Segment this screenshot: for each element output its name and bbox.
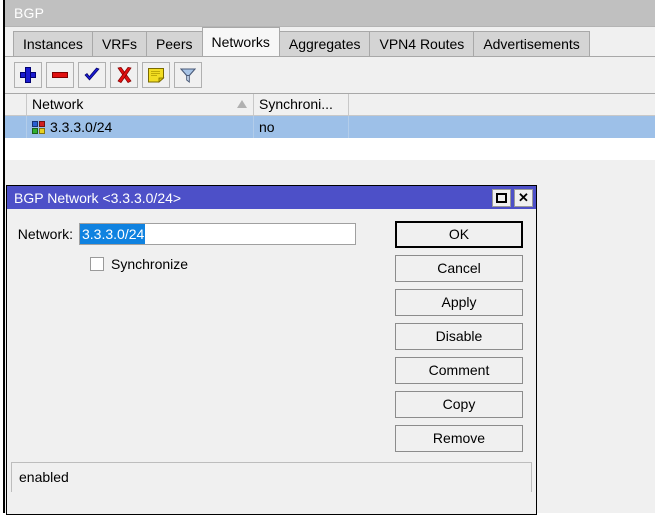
row-cell-spacer <box>349 116 655 138</box>
disable-button[interactable] <box>110 62 138 88</box>
table-column-header-synchronize[interactable]: Synchroni... <box>254 94 349 115</box>
table-row[interactable]: 3.3.3.0/24 no <box>5 116 655 138</box>
table-header-row: Network Synchroni... <box>5 94 655 116</box>
tab-aggregates[interactable]: Aggregates <box>279 31 371 56</box>
dialog-title: BGP Network <3.3.3.0/24> <box>14 190 489 206</box>
dialog-body: Network: 3.3.3.0/24 Synchronize OK Cance… <box>7 209 536 492</box>
remove-button[interactable]: Remove <box>395 425 523 452</box>
note-icon <box>147 67 165 83</box>
disable-button[interactable]: Disable <box>395 323 523 350</box>
tab-peers[interactable]: Peers <box>146 31 203 56</box>
synchronize-checkbox[interactable] <box>90 257 104 271</box>
close-button[interactable]: ✕ <box>514 189 533 207</box>
network-input-value: 3.3.3.0/24 <box>80 224 145 244</box>
tab-instances[interactable]: Instances <box>13 31 93 56</box>
tabstrip: Instances VRFs Peers Networks Aggregates… <box>5 27 655 56</box>
maximize-button[interactable] <box>492 189 511 207</box>
ok-button[interactable]: OK <box>395 221 523 248</box>
sort-ascending-icon <box>237 100 247 108</box>
row-indicator-cell <box>5 116 27 138</box>
comment-button[interactable]: Comment <box>395 357 523 384</box>
quad-squares-icon <box>32 121 45 134</box>
comment-button[interactable] <box>142 62 170 88</box>
window-titlebar: BGP <box>5 0 655 27</box>
row-cell-network[interactable]: 3.3.3.0/24 <box>27 116 254 138</box>
synchronize-checkbox-row[interactable]: Synchronize <box>7 256 387 272</box>
table-column-header-spacer[interactable] <box>349 94 655 115</box>
dialog-titlebar: BGP Network <3.3.3.0/24> ✕ <box>7 186 536 209</box>
plus-icon <box>20 67 36 83</box>
table-column-header-indicator[interactable] <box>5 94 27 115</box>
row-cell-synchronize[interactable]: no <box>254 116 349 138</box>
cross-icon <box>116 67 133 83</box>
minus-icon <box>52 67 68 83</box>
copy-button[interactable]: Copy <box>395 391 523 418</box>
table-empty-area <box>5 138 655 160</box>
funnel-icon <box>179 67 197 84</box>
window-title: BGP <box>5 5 44 21</box>
network-field-row: Network: 3.3.3.0/24 <box>7 222 387 246</box>
cancel-button[interactable]: Cancel <box>395 255 523 282</box>
add-button[interactable] <box>14 62 42 88</box>
bgp-network-dialog: BGP Network <3.3.3.0/24> ✕ Network: 3.3.… <box>6 185 537 515</box>
maximize-icon <box>496 193 507 203</box>
apply-button[interactable]: Apply <box>395 289 523 316</box>
table-column-header-network[interactable]: Network <box>27 94 254 115</box>
enable-button[interactable] <box>78 62 106 88</box>
synchronize-label: Synchronize <box>111 256 188 272</box>
network-label: Network: <box>7 226 79 242</box>
tab-advertisements[interactable]: Advertisements <box>473 31 589 56</box>
network-input[interactable]: 3.3.3.0/24 <box>79 223 356 245</box>
dialog-form: Network: 3.3.3.0/24 Synchronize <box>7 209 387 272</box>
row-cell-network-value: 3.3.3.0/24 <box>50 117 112 138</box>
toolbar <box>5 56 655 93</box>
table-column-header-network-label: Network <box>32 96 83 112</box>
dialog-status-bar: enabled <box>11 462 532 492</box>
close-icon: ✕ <box>518 191 529 204</box>
tab-vpn4-routes[interactable]: VPN4 Routes <box>369 31 474 56</box>
tab-vrfs[interactable]: VRFs <box>92 31 147 56</box>
check-icon <box>83 67 101 83</box>
dialog-button-column: OK Cancel Apply Disable Comment Copy Rem… <box>395 221 523 459</box>
networks-table: Network Synchroni... 3.3.3.0/24 no <box>5 93 655 160</box>
filter-button[interactable] <box>174 62 202 88</box>
tab-networks[interactable]: Networks <box>202 27 280 56</box>
remove-button[interactable] <box>46 62 74 88</box>
